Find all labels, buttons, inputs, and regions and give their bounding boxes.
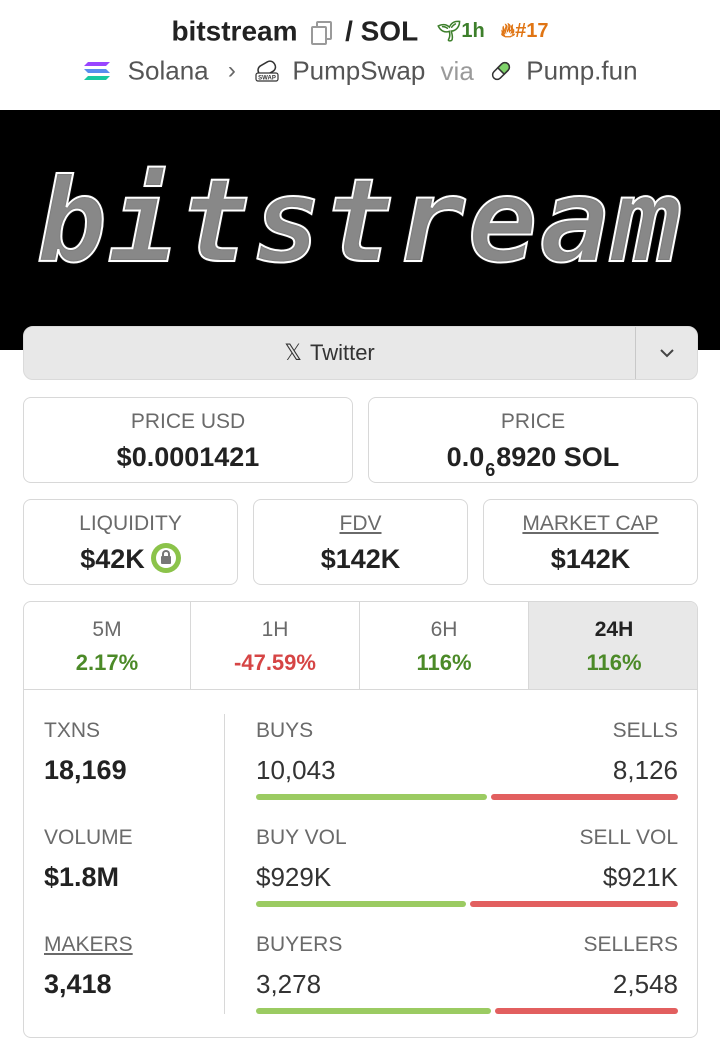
buy-vol-label: BUY VOL <box>256 826 347 849</box>
buys-label: BUYS <box>256 719 314 742</box>
liquidity-card: LIQUIDITY $42K <box>23 499 238 585</box>
dex-name[interactable]: PumpSwap <box>292 56 425 86</box>
via-label: via <box>440 55 474 86</box>
sell-vol-label: SELL VOL <box>579 826 678 849</box>
tab-24h-label: 24H <box>594 618 634 641</box>
tab-6h-change: 116% <box>416 650 472 675</box>
launchpad-name[interactable]: Pump.fun <box>526 56 637 86</box>
price-native-value: 0.068920 SOL <box>369 442 697 480</box>
lock-icon[interactable] <box>150 542 181 573</box>
transaction-stats-panel: 5M 2.17% 1H -47.59% 6H 116% 24H 116% TXN… <box>23 601 698 1038</box>
social-links-bar: 𝕏 Twitter <box>23 326 698 380</box>
tab-1h[interactable]: 1H -47.59% <box>191 602 360 690</box>
trending-rank-badge[interactable]: 🔥︎#17 <box>500 20 548 42</box>
sells-value: 8,126 <box>612 755 678 785</box>
token-name: bitstream <box>171 15 298 47</box>
tab-5m-change: 2.17% <box>75 650 139 675</box>
solana-icon <box>84 62 111 81</box>
pair-header: bitstream / SOL 🌱︎1h 🔥︎#17 Solana › SWAP… <box>0 0 720 108</box>
sell-vol-bar-fill <box>470 901 678 907</box>
buy-sell-volume-split: BUY VOL SELL VOL $929K $921K <box>256 826 678 918</box>
fdv-card: FDV $142K <box>253 499 468 585</box>
pill-icon <box>491 61 511 81</box>
fdv-label[interactable]: FDV <box>254 512 467 536</box>
makers-value: 3,418 <box>44 969 112 999</box>
copy-icon[interactable] <box>311 20 333 45</box>
buy-vol-bar-fill <box>256 901 466 907</box>
sellers-value: 2,548 <box>612 969 678 999</box>
liquidity-label: LIQUIDITY <box>79 512 182 535</box>
x-icon: 𝕏 <box>284 340 302 365</box>
sells-label: SELLS <box>612 719 678 742</box>
volume-label: VOLUME <box>44 826 133 849</box>
makers-label[interactable]: MAKERS <box>44 933 133 957</box>
tab-24h[interactable]: 24H 116% <box>529 602 697 690</box>
twitter-label: Twitter <box>309 340 375 365</box>
market-cap-value: $142K <box>550 544 631 574</box>
chevron-right-icon: › <box>227 57 236 85</box>
token-banner: bitstream <box>0 110 720 350</box>
price-native-label: PRICE <box>500 410 566 433</box>
tab-5m[interactable]: 5M 2.17% <box>24 602 191 690</box>
twitter-button[interactable]: 𝕏 Twitter <box>24 327 635 379</box>
buyers-sellers-split: BUYERS SELLERS 3,278 2,548 <box>256 933 678 1025</box>
tab-6h[interactable]: 6H 116% <box>360 602 529 690</box>
liquidity-value-row: $42K <box>24 542 237 576</box>
dex-badge-text: SWAP <box>258 76 276 82</box>
tab-6h-label: 6H <box>430 618 458 641</box>
stats-divider <box>224 714 225 1014</box>
price-usd-value: $0.0001421 <box>116 442 260 472</box>
pumpswap-icon: SWAP <box>255 60 279 82</box>
makers-stat: MAKERS 3,418 <box>44 933 133 1000</box>
tab-1h-label: 1H <box>261 618 289 641</box>
volume-value: $1.8M <box>44 862 120 892</box>
volume-stat: VOLUME $1.8M <box>44 826 133 893</box>
buyers-value: 3,278 <box>256 969 322 999</box>
liquidity-value: $42K <box>80 544 145 574</box>
price-native-suffix: 8920 SOL <box>496 442 620 472</box>
price-usd-card: PRICE USD $0.0001421 <box>23 397 353 483</box>
market-cap-card: MARKET CAP $142K <box>483 499 698 585</box>
price-usd-label: PRICE USD <box>130 410 246 433</box>
buyers-bar-fill <box>256 1008 491 1014</box>
txns-stat: TXNS 18,169 <box>44 719 127 786</box>
buyers-label: BUYERS <box>256 933 343 956</box>
buy-vol-value: $929K <box>256 862 332 892</box>
tab-24h-change: 116% <box>586 650 642 675</box>
buys-sells-split: BUYS SELLS 10,043 8,126 <box>256 719 678 811</box>
pair-age-badge: 🌱︎1h <box>435 20 485 44</box>
tab-1h-change: -47.59% <box>234 650 316 675</box>
trending-rank: #17 <box>515 20 549 43</box>
tab-5m-label: 5M <box>92 618 122 641</box>
market-cap-label[interactable]: MARKET CAP <box>484 512 697 536</box>
chevron-down-icon <box>660 349 674 358</box>
fire-icon: 🔥︎ <box>500 20 516 43</box>
sellers-bar-fill <box>495 1008 678 1014</box>
buys-bar-fill <box>256 794 487 800</box>
chain-name[interactable]: Solana <box>128 56 209 86</box>
pair-source-row: Solana › SWAP PumpSwap via Pump.fun <box>0 54 720 87</box>
price-native-zero-count: 6 <box>485 460 496 480</box>
pair-age: 1h <box>461 20 485 43</box>
buyers-sellers-bar <box>256 1008 678 1014</box>
seedling-icon: 🌱︎ <box>435 21 462 44</box>
banner-logo-text: bitstream <box>36 153 684 290</box>
buy-sell-volume-bar <box>256 901 678 907</box>
sells-bar-fill <box>491 794 678 800</box>
more-links-button[interactable] <box>636 327 698 379</box>
sell-vol-value: $921K <box>602 862 678 892</box>
price-native-prefix: 0.0 <box>446 442 485 472</box>
buys-sells-bar <box>256 794 678 800</box>
quote-token: SOL <box>360 15 419 47</box>
txns-label: TXNS <box>44 719 101 742</box>
txns-value: 18,169 <box>44 755 127 785</box>
buys-value: 10,043 <box>256 755 336 785</box>
pair-title-row: bitstream / SOL 🌱︎1h 🔥︎#17 <box>0 14 720 48</box>
sellers-label: SELLERS <box>583 933 678 956</box>
fdv-value: $142K <box>320 544 401 574</box>
price-native-card: PRICE 0.068920 SOL <box>368 397 698 483</box>
pair-separator: / <box>345 15 353 47</box>
